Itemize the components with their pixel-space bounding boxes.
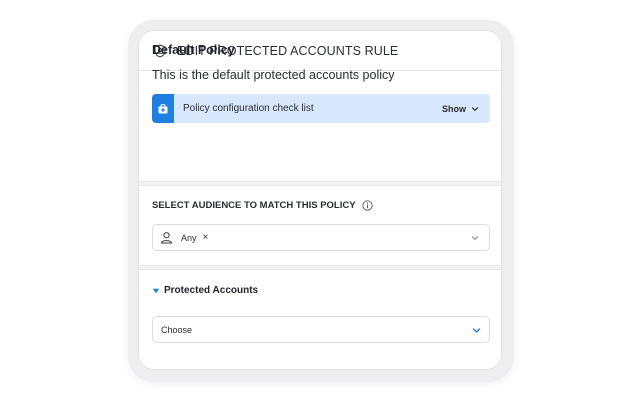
caret-down-icon <box>152 287 160 295</box>
protected-accounts-select[interactable]: Choose <box>152 316 490 343</box>
section-divider <box>139 181 501 186</box>
audience-chip-label: Any <box>181 232 197 243</box>
policy-name: Default Policy <box>152 43 235 57</box>
chevron-down-icon[interactable] <box>470 233 480 243</box>
policy-description: This is the default protected accounts p… <box>152 68 395 82</box>
remove-chip-button[interactable]: × <box>203 232 209 243</box>
select-value: Choose <box>161 324 193 335</box>
policy-checklist-banner[interactable]: Policy configuration check list Show <box>152 94 490 123</box>
info-icon[interactable] <box>361 200 373 211</box>
audience-select[interactable]: Any × <box>152 224 490 251</box>
edit-rule-card: EDIT PROTECTED ACCOUNTS RULE Default Pol… <box>138 30 502 370</box>
checklist-show-toggle[interactable]: Show <box>442 104 466 114</box>
protected-accounts-title: Protected Accounts <box>164 285 259 296</box>
audience-label-text: SELECT AUDIENCE TO MATCH THIS POLICY <box>152 200 356 211</box>
audience-chip: Any × <box>160 228 208 247</box>
protected-accounts-toggle[interactable]: Protected Accounts <box>152 285 258 296</box>
first-aid-kit-icon <box>152 94 174 123</box>
section-divider <box>139 265 501 270</box>
audience-section-label: SELECT AUDIENCE TO MATCH THIS POLICY <box>152 200 373 211</box>
chevron-down-icon[interactable] <box>470 104 480 114</box>
chevron-down-icon[interactable] <box>471 325 482 336</box>
modal-frame: EDIT PROTECTED ACCOUNTS RULE Default Pol… <box>128 20 514 382</box>
user-icon <box>160 231 173 244</box>
checklist-label: Policy configuration check list <box>183 103 314 114</box>
